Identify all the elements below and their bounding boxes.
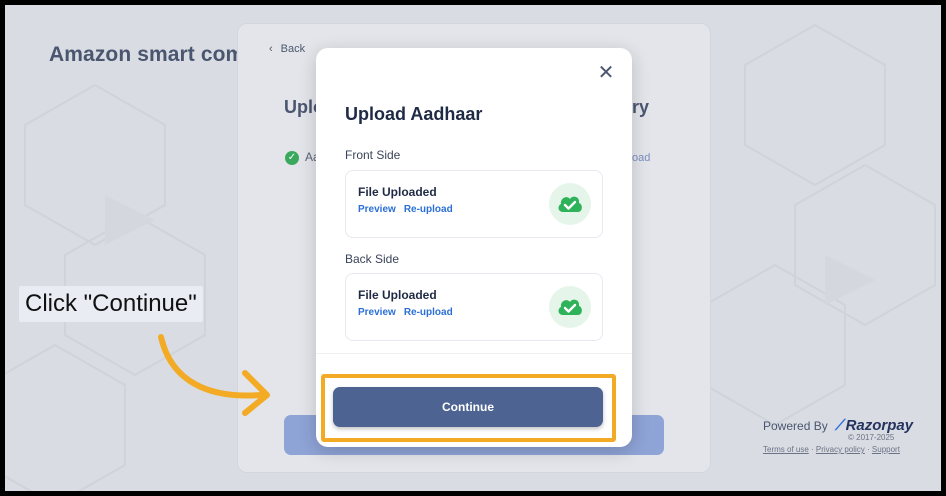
- screen: Amazon smart comm ‹Back Uplo ry ✓Aa oad …: [5, 5, 941, 491]
- terms-link[interactable]: Terms of use: [763, 445, 809, 454]
- check-icon: ✓: [285, 150, 299, 165]
- razorpay-mark-icon: ⟋: [835, 417, 846, 434]
- card-check-row: ✓ Aa: [285, 150, 320, 165]
- chevron-left-icon: ‹: [269, 43, 273, 55]
- back-upload-status: File Uploaded: [358, 288, 437, 302]
- back-upload-box: File Uploaded Preview Re-upload: [345, 273, 603, 341]
- tutorial-arrow-icon: [158, 334, 270, 416]
- card-upload-link-partial[interactable]: oad: [632, 152, 650, 164]
- card-heading-partial: Uplo: [284, 97, 316, 117]
- cloud-check-icon: [549, 286, 591, 328]
- front-side-label: Front Side: [345, 148, 401, 162]
- back-reupload-link[interactable]: Re-upload: [404, 307, 453, 318]
- front-upload-box: File Uploaded Preview Re-upload: [345, 170, 603, 238]
- modal-divider: [316, 353, 632, 354]
- copyright: © 2017-2025: [848, 433, 895, 442]
- front-upload-actions: Preview Re-upload: [358, 204, 461, 215]
- front-preview-link[interactable]: Preview: [358, 204, 396, 215]
- footer-links: Terms of use · Privacy policy · Support: [763, 445, 900, 454]
- front-upload-status: File Uploaded: [358, 185, 437, 199]
- razorpay-logo: ⟋Razorpay: [835, 417, 914, 434]
- back-side-label: Back Side: [345, 252, 400, 266]
- close-icon[interactable]: ✕: [597, 63, 615, 83]
- front-reupload-link[interactable]: Re-upload: [404, 204, 453, 215]
- support-link[interactable]: Support: [872, 445, 900, 454]
- back-link[interactable]: ‹ Back: [269, 43, 305, 55]
- back-preview-link[interactable]: Preview: [358, 307, 396, 318]
- back-upload-actions: Preview Re-upload: [358, 307, 461, 318]
- tutorial-instruction: Click "Continue": [19, 286, 203, 322]
- modal-title: Upload Aadhaar: [345, 104, 483, 124]
- card-heading-partial-right: ry: [632, 97, 650, 117]
- continue-button[interactable]: Continue: [333, 387, 603, 427]
- cloud-check-icon: [549, 183, 591, 225]
- powered-by: Powered By ⟋Razorpay: [763, 417, 914, 434]
- privacy-link[interactable]: Privacy policy: [816, 445, 865, 454]
- merchant-title: Amazon smart comm: [49, 43, 239, 66]
